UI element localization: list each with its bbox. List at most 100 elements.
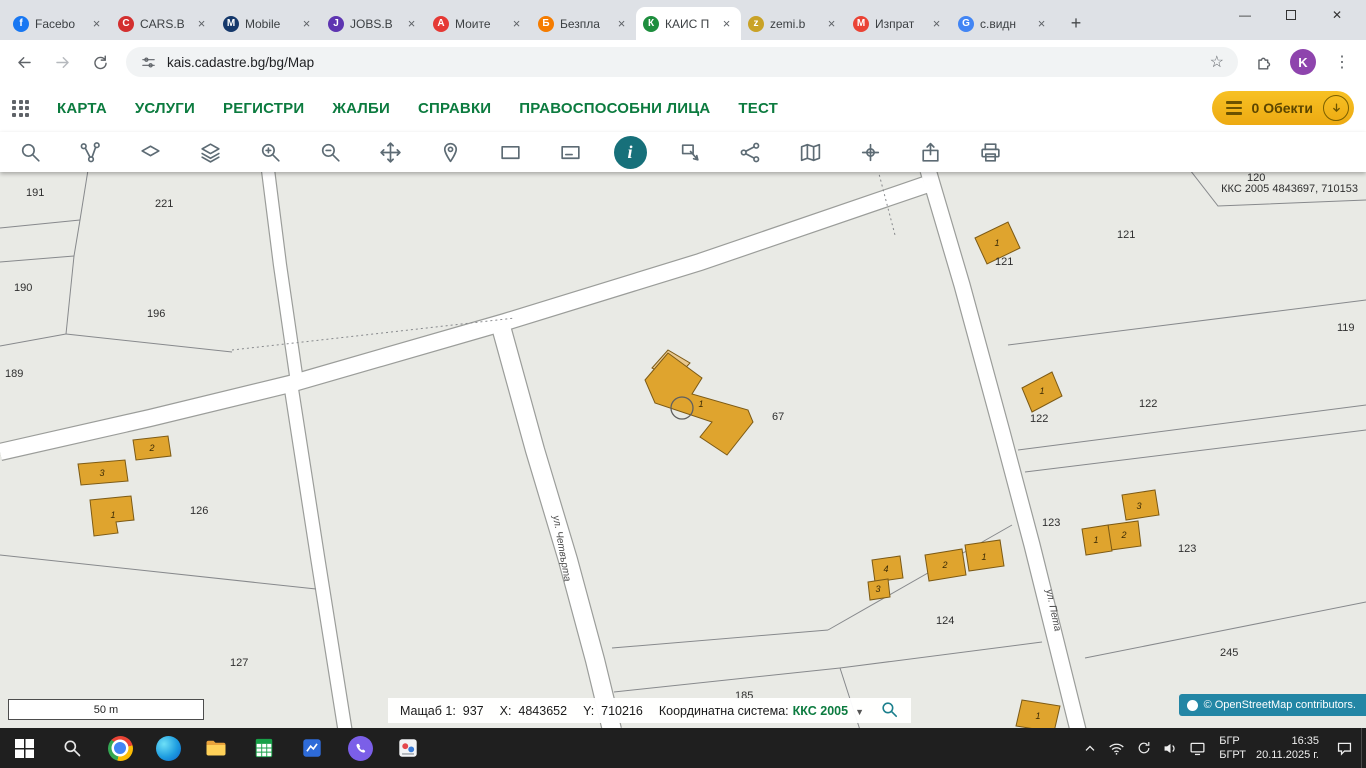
kais-favicon: К xyxy=(643,16,659,32)
tool-pan[interactable] xyxy=(360,132,420,172)
zoom-out-icon xyxy=(318,140,343,165)
building-number-label: 1 xyxy=(1093,535,1098,545)
chrome-icon xyxy=(108,736,133,761)
nav-item-4[interactable]: ЖАЛБИ xyxy=(332,100,390,117)
tool-map-fold[interactable] xyxy=(780,132,840,172)
parcel-label: 123 xyxy=(1042,517,1060,529)
parcel-label: 127 xyxy=(230,657,248,669)
tool-rect-select[interactable] xyxy=(480,132,540,172)
tool-info[interactable]: i xyxy=(600,132,660,172)
close-button[interactable]: ✕ xyxy=(1314,0,1360,30)
tool-share-nodes[interactable] xyxy=(720,132,780,172)
nav-item-5[interactable]: СПРАВКИ xyxy=(418,100,491,117)
tray-volume-button[interactable] xyxy=(1157,728,1184,768)
forward-button[interactable] xyxy=(50,50,74,74)
browser-tab-jobs[interactable]: JJOBS.B× xyxy=(321,7,426,40)
browser-tab-gmail[interactable]: M Изпрат × xyxy=(846,7,951,40)
profile-avatar[interactable]: K xyxy=(1290,49,1316,75)
extensions-button[interactable] xyxy=(1252,50,1276,74)
crs-dropdown[interactable]: Координатна система:ККС 2005▼ xyxy=(659,704,864,718)
building-number-label: 1 xyxy=(994,238,999,248)
tab-close-icon[interactable]: × xyxy=(89,16,104,31)
building-number-label: 3 xyxy=(1136,501,1141,511)
reload-icon xyxy=(91,53,110,72)
volume-icon xyxy=(1162,740,1179,757)
taskbar-file-explorer-button[interactable] xyxy=(192,728,240,768)
taskbar-viber-button[interactable] xyxy=(336,728,384,768)
browser-tab-alo[interactable]: AМоите× xyxy=(426,7,531,40)
gmail-favicon: M xyxy=(853,16,869,32)
browser-menu-button[interactable]: ⋮ xyxy=(1330,52,1354,72)
tab-close-icon[interactable]: × xyxy=(824,16,839,31)
nav-item-7[interactable]: ТЕСТ xyxy=(738,100,778,117)
google-favicon: G xyxy=(958,16,974,32)
minimize-button[interactable]: — xyxy=(1222,0,1268,30)
tool-rect-measure[interactable] xyxy=(540,132,600,172)
maximize-button[interactable] xyxy=(1268,0,1314,30)
cadastre-map-canvas[interactable]: 1912211901961891261276712112111912212212… xyxy=(0,172,1366,728)
tab-close-icon[interactable]: × xyxy=(299,16,314,31)
tool-zoom-in[interactable] xyxy=(240,132,300,172)
action-center-button[interactable] xyxy=(1327,728,1361,768)
taskbar-chrome-button[interactable] xyxy=(96,728,144,768)
browser-tab-cars[interactable]: CCARS.B× xyxy=(111,7,216,40)
tool-export[interactable] xyxy=(900,132,960,172)
browser-tab-zemi[interactable]: zzemi.b× xyxy=(741,7,846,40)
taskbar-paint-button[interactable] xyxy=(384,728,432,768)
osm-attribution[interactable]: © OpenStreetMap contributors. xyxy=(1179,694,1366,716)
tab-close-icon[interactable]: × xyxy=(929,16,944,31)
back-button[interactable] xyxy=(12,50,36,74)
tray-monitor-button[interactable] xyxy=(1184,728,1211,768)
crs-label: Координатна система: xyxy=(659,704,789,718)
objects-button[interactable]: 0 Обекти xyxy=(1212,91,1354,125)
objects-download-icon[interactable] xyxy=(1323,95,1349,121)
tab-close-icon[interactable]: × xyxy=(1034,16,1049,31)
nav-item-6[interactable]: ПРАВОСПОСОБНИ ЛИЦА xyxy=(519,100,710,117)
coordinates-search-button[interactable] xyxy=(880,700,899,722)
crs-value: ККС 2005 xyxy=(793,704,848,718)
tab-close-icon[interactable]: × xyxy=(509,16,524,31)
taskbar-edge-button[interactable] xyxy=(144,728,192,768)
taskbar-clock[interactable]: БГР БГРТ 16:35 20.11.2025 г. xyxy=(1211,728,1327,768)
tool-select-arrow[interactable] xyxy=(660,132,720,172)
language-indicator[interactable]: БГР БГРТ xyxy=(1219,734,1246,762)
taskbar-calc-button[interactable] xyxy=(240,728,288,768)
tabs-container: fFacebo×CCARS.B×MMobile×JJOBS.B×AМоите×Б… xyxy=(6,7,1056,40)
taskbar-start-button[interactable] xyxy=(0,728,48,768)
maximize-icon xyxy=(1286,10,1296,20)
new-tab-button[interactable]: + xyxy=(1062,9,1090,37)
tool-search[interactable] xyxy=(0,132,60,172)
tab-close-icon[interactable]: × xyxy=(614,16,629,31)
taskbar-search-button[interactable] xyxy=(48,728,96,768)
apps-grid-icon[interactable] xyxy=(12,100,29,117)
nav-item-2[interactable]: УСЛУГИ xyxy=(135,100,195,117)
browser-tab-mobile[interactable]: MMobile× xyxy=(216,7,321,40)
tool-topology[interactable] xyxy=(60,132,120,172)
browser-tab-facebook[interactable]: fFacebo× xyxy=(6,7,111,40)
snap-icon xyxy=(858,140,883,165)
tray-chevron-up-button[interactable] xyxy=(1076,728,1103,768)
tray-sync-button[interactable] xyxy=(1130,728,1157,768)
browser-tab-google[interactable]: Gс.видн× xyxy=(951,7,1056,40)
bookmark-star-icon[interactable]: ☆ xyxy=(1210,52,1224,72)
nav-item-3[interactable]: РЕГИСТРИ xyxy=(223,100,304,117)
tab-close-icon[interactable]: × xyxy=(719,16,734,31)
browser-tab-kais[interactable]: ККАИС П× xyxy=(636,7,741,40)
taskbar-presentation-button[interactable] xyxy=(288,728,336,768)
tool-snap[interactable] xyxy=(840,132,900,172)
reload-button[interactable] xyxy=(88,50,112,74)
tab-title: Изпрат xyxy=(875,17,923,31)
tool-layer[interactable] xyxy=(120,132,180,172)
omnibox[interactable]: kais.cadastre.bg/bg/Map ☆ xyxy=(126,47,1238,77)
tool-zoom-out[interactable] xyxy=(300,132,360,172)
show-desktop-button[interactable] xyxy=(1361,728,1366,768)
tab-close-icon[interactable]: × xyxy=(404,16,419,31)
tool-print[interactable] xyxy=(960,132,1020,172)
nav-item-1[interactable]: КАРТА xyxy=(57,100,107,117)
tray-wifi-button[interactable] xyxy=(1103,728,1130,768)
nav-items: КАРТА УСЛУГИ РЕГИСТРИ ЖАЛБИ СПРАВКИ ПРАВОСПОС… xyxy=(57,100,778,117)
browser-tab-bezplatno[interactable]: ББезпла× xyxy=(531,7,636,40)
tool-location-pin[interactable] xyxy=(420,132,480,172)
tab-close-icon[interactable]: × xyxy=(194,16,209,31)
tool-layers[interactable] xyxy=(180,132,240,172)
